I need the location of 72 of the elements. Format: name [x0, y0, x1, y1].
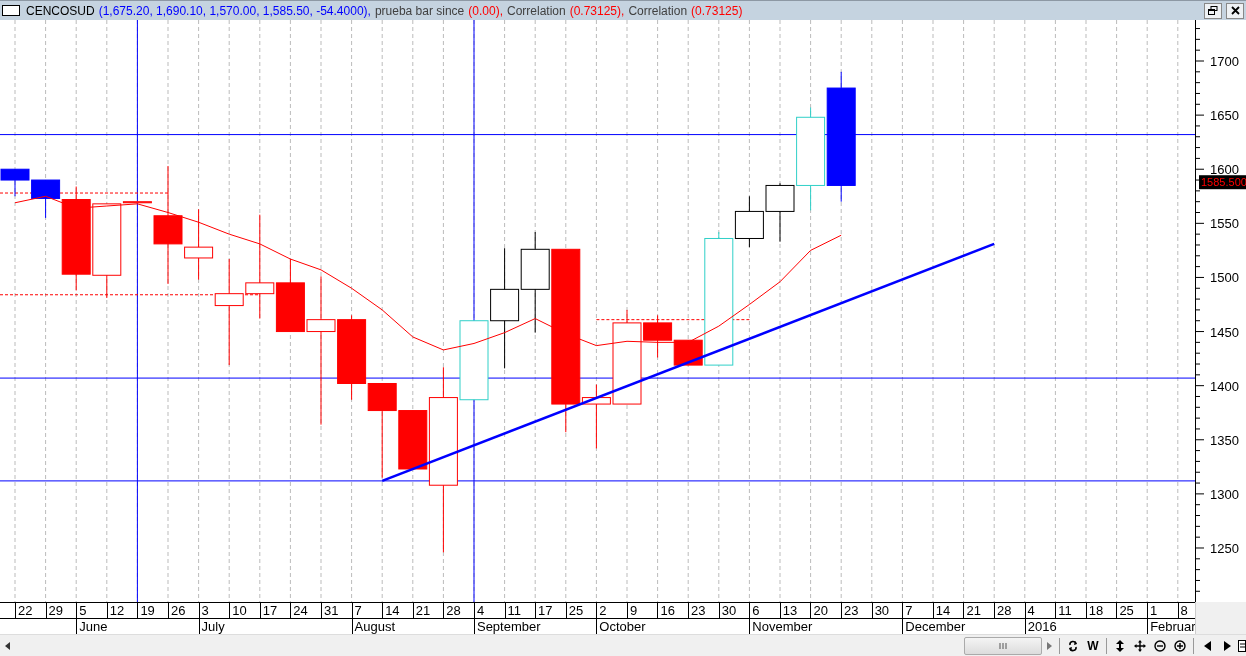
- indicator-value: Correlation: [628, 3, 688, 18]
- date-label: 17: [259, 603, 291, 618]
- chart-window-icon: [2, 5, 20, 16]
- date-label: 6: [749, 603, 780, 618]
- date-label: 21: [963, 603, 994, 618]
- date-label: 21: [412, 603, 444, 618]
- date-label: 29: [45, 603, 77, 618]
- indicator-value: prueba bar since: [374, 3, 465, 18]
- date-label: 17: [535, 603, 566, 618]
- last-price-label: 1585.500: [1199, 175, 1246, 190]
- date-label: 4: [1024, 603, 1056, 618]
- restore-button[interactable]: [1204, 2, 1222, 19]
- date-label: 14: [382, 603, 413, 618]
- date-label: 14: [932, 603, 964, 618]
- date-label: 23: [688, 603, 719, 618]
- date-label: 7: [351, 603, 383, 618]
- right-arrow-icon: [1046, 641, 1052, 650]
- axis-label: 1550: [1210, 216, 1239, 232]
- axis-label: 1350: [1210, 432, 1239, 448]
- date-label: 22: [15, 603, 46, 618]
- date-label: 20: [810, 603, 842, 618]
- horizontal-line[interactable]: [0, 134, 1196, 136]
- close-button[interactable]: [1226, 2, 1244, 19]
- date-label: 18: [1085, 603, 1117, 618]
- indicator-value: Correlation: [506, 3, 566, 18]
- date-label: 28: [994, 603, 1025, 618]
- horizontal-line[interactable]: [0, 480, 1196, 482]
- date-label: 11: [1055, 603, 1086, 618]
- date-label: 13: [779, 603, 811, 618]
- axis-label: 1300: [1210, 486, 1239, 502]
- date-label: 28: [443, 603, 474, 618]
- date-label: 1: [1146, 603, 1178, 618]
- indicator-value: (0.73125): [691, 3, 743, 18]
- date-label: 9: [626, 603, 658, 618]
- date-label: 7: [902, 603, 933, 618]
- date-label: 23: [841, 603, 872, 618]
- axis-label: 1700: [1210, 54, 1239, 69]
- close-icon: [1230, 6, 1240, 15]
- axis-label: 1400: [1210, 378, 1239, 394]
- date-label: 10: [229, 603, 260, 618]
- vertical-line[interactable]: [136, 20, 138, 602]
- date-label: 25: [565, 603, 597, 618]
- date-label: 2: [596, 603, 627, 618]
- date-label: 31: [320, 603, 352, 618]
- w-button[interactable]: W: [1084, 636, 1102, 655]
- date-label: 24: [290, 603, 321, 618]
- indicator-value: (0.73125),: [569, 3, 625, 18]
- indicator-value: (1,675.20, 1,690.10, 1,570.00, 1,585.50, -54.4000),: [98, 3, 371, 18]
- restore-icon: [1208, 6, 1218, 15]
- date-label: 19: [137, 603, 168, 618]
- trend-line[interactable]: [381, 242, 995, 483]
- indicator-value: (0.00),: [468, 3, 503, 18]
- axis-label: 1450: [1210, 324, 1239, 340]
- date-label: 25: [1116, 603, 1147, 618]
- axis-label: 1600: [1210, 162, 1239, 178]
- axis-label: 1500: [1210, 270, 1239, 286]
- date-label: 3: [198, 603, 230, 618]
- date-label: 30: [871, 603, 903, 618]
- chart-title: CENCOSUD: [26, 3, 95, 18]
- left-arrow-icon: [4, 641, 10, 650]
- date-label: 30: [718, 603, 750, 618]
- scrollbar-thumb[interactable]: [964, 636, 1042, 655]
- date-label: 26: [167, 603, 199, 618]
- horizontal-line[interactable]: [0, 377, 1196, 379]
- date-label: 16: [657, 603, 689, 618]
- candlestick: [0, 168, 30, 197]
- date-label: 11: [504, 603, 536, 618]
- date-label: 4: [473, 603, 505, 618]
- axis-label: 1650: [1210, 108, 1239, 124]
- date-label: 5: [76, 603, 107, 618]
- axis-label: 1250: [1210, 541, 1239, 556]
- date-label: 12: [106, 603, 138, 618]
